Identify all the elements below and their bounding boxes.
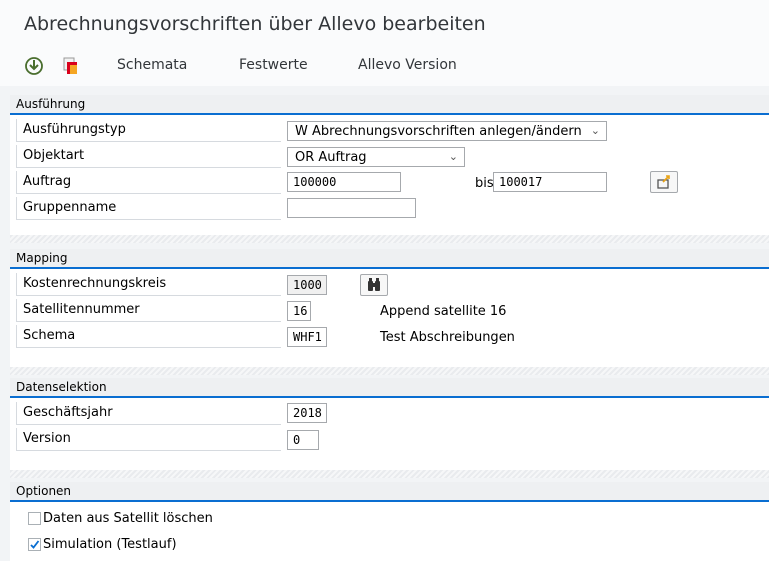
- page-title: Abrechnungsvorschriften über Allevo bear…: [24, 13, 486, 35]
- search-button[interactable]: [360, 274, 388, 296]
- simulation-checkbox[interactable]: [28, 538, 41, 551]
- schema-description: Test Abschreibungen: [380, 330, 515, 345]
- group-name-label: Gruppenname: [23, 200, 117, 215]
- bis-label: bis: [475, 176, 494, 191]
- schemata-button[interactable]: Schemata: [117, 57, 187, 73]
- execute-icon[interactable]: [24, 56, 44, 76]
- title-bar: Abrechnungsvorschriften über Allevo bear…: [0, 0, 769, 46]
- cost-area-input[interactable]: 1000: [287, 275, 327, 295]
- allevo-version-button[interactable]: Allevo Version: [358, 57, 457, 73]
- chevron-down-icon: ⌄: [590, 124, 600, 137]
- multiple-selection-icon: [657, 175, 670, 189]
- execution-type-value: W Abrechnungsvorschriften anlegen/ändern: [295, 124, 582, 139]
- schema-label: Schema: [23, 328, 76, 343]
- section-data-selection: Datenselektion Geschäftsjahr 2018 Versio…: [10, 378, 769, 470]
- simulation-label: Simulation (Testlauf): [43, 537, 177, 552]
- checkmark-icon: [30, 540, 40, 549]
- schema-input[interactable]: WHF1: [287, 327, 327, 347]
- fiscal-year-label: Geschäftsjahr: [23, 405, 113, 420]
- chevron-down-icon: ⌄: [448, 150, 458, 163]
- section-title: Ausführung: [16, 97, 86, 111]
- execution-type-label: Ausführungstyp: [23, 122, 126, 137]
- section-title: Optionen: [16, 484, 72, 498]
- festwerte-button[interactable]: Festwerte: [239, 57, 308, 73]
- order-label: Auftrag: [23, 174, 72, 189]
- section-mapping: Mapping Kostenrechnungskreis 1000 Satell…: [10, 249, 769, 367]
- order-from-input[interactable]: 100000: [287, 172, 401, 192]
- delete-satellite-label: Daten aus Satellit löschen: [43, 511, 213, 526]
- satellite-number-label: Satellitennummer: [23, 302, 140, 317]
- execution-type-dropdown[interactable]: W Abrechnungsvorschriften anlegen/ändern…: [287, 121, 607, 141]
- section-execution: Ausführung Ausführungstyp W Abrechnungsv…: [10, 95, 769, 235]
- fiscal-year-input[interactable]: 2018: [287, 403, 327, 423]
- cost-area-label: Kostenrechnungskreis: [23, 276, 167, 291]
- version-label: Version: [23, 431, 71, 446]
- object-type-label: Objektart: [23, 148, 85, 163]
- variant-icon[interactable]: [60, 56, 80, 76]
- section-title: Mapping: [16, 251, 68, 265]
- version-input[interactable]: 0: [287, 430, 319, 450]
- section-options: Optionen Daten aus Satellit löschen Simu…: [10, 482, 769, 561]
- section-title: Datenselektion: [16, 380, 107, 394]
- group-name-input[interactable]: [287, 198, 416, 218]
- delete-satellite-checkbox[interactable]: [28, 512, 41, 525]
- order-to-input[interactable]: 100017: [493, 172, 607, 192]
- multiple-selection-button[interactable]: [650, 171, 678, 193]
- satellite-description: Append satellite 16: [380, 304, 507, 319]
- binoculars-icon: [368, 278, 380, 291]
- object-type-value: OR Auftrag: [295, 150, 367, 165]
- object-type-dropdown[interactable]: OR Auftrag ⌄: [287, 147, 465, 167]
- toolbar: Schemata Festwerte Allevo Version: [0, 46, 769, 86]
- satellite-number-input[interactable]: 16: [287, 301, 311, 321]
